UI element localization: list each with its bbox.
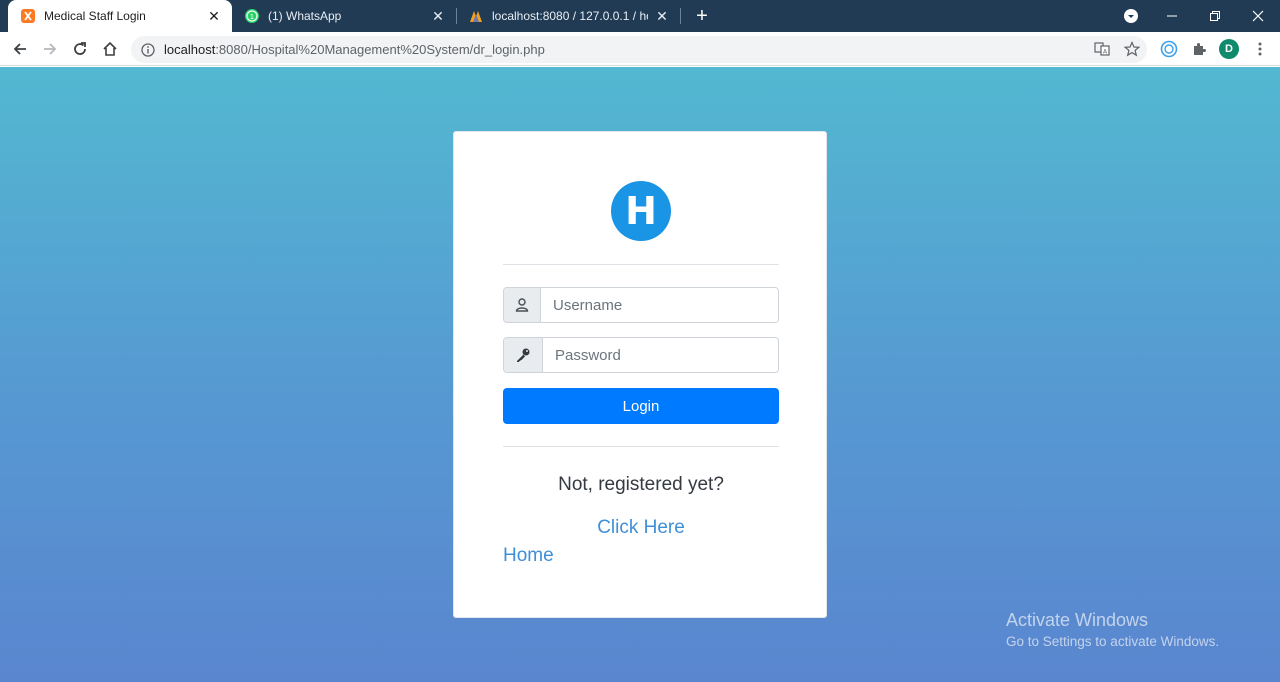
- divider: [503, 264, 779, 265]
- address-url: localhost:8080/Hospital%20Management%20S…: [164, 42, 545, 57]
- login-button[interactable]: Login: [503, 388, 779, 424]
- extensions-puzzle-icon[interactable]: [1189, 39, 1209, 59]
- watermark-subtitle: Go to Settings to activate Windows.: [1006, 634, 1220, 649]
- tab-separator: [680, 8, 681, 24]
- address-bar[interactable]: localhost:8080/Hospital%20Management%20S…: [131, 36, 1147, 63]
- tab-title: Medical Staff Login: [44, 9, 146, 23]
- watermark-title: Activate Windows: [1006, 610, 1149, 630]
- login-card: H Login Not, registered yet? Click Here …: [453, 131, 827, 618]
- url-host: localhost: [164, 42, 216, 57]
- whatsapp-icon: 1: [244, 8, 260, 24]
- tab-whatsapp[interactable]: 1 (1) WhatsApp ✕: [232, 0, 456, 32]
- profile-avatar[interactable]: D: [1219, 39, 1239, 59]
- tab-close-icon[interactable]: ✕: [430, 8, 446, 24]
- activate-windows-watermark: Activate Windows Go to Settings to activ…: [1006, 610, 1219, 649]
- user-icon: [504, 288, 541, 322]
- minimize-icon[interactable]: [1150, 0, 1194, 32]
- extension-circle-icon[interactable]: [1159, 39, 1179, 59]
- tab-phpmyadmin[interactable]: localhost:8080 / 127.0.0.1 / hospi ✕: [456, 0, 680, 32]
- home-link[interactable]: Home: [503, 545, 554, 567]
- username-group: [503, 287, 779, 323]
- tab-strip: Medical Staff Login ✕ 1 (1) WhatsApp ✕ l…: [0, 0, 1280, 32]
- tab-close-icon[interactable]: ✕: [654, 8, 670, 24]
- password-input[interactable]: [543, 338, 778, 372]
- menu-kebab-icon[interactable]: [1250, 39, 1270, 59]
- site-info-icon[interactable]: [141, 42, 155, 57]
- hospital-logo-icon: H: [611, 181, 671, 241]
- home-icon[interactable]: [98, 37, 122, 61]
- tab-title: (1) WhatsApp: [268, 9, 342, 23]
- register-link[interactable]: Click Here: [454, 517, 828, 539]
- back-arrow-icon[interactable]: [8, 37, 32, 61]
- svg-text:1: 1: [250, 13, 254, 21]
- username-input[interactable]: [541, 288, 778, 322]
- key-icon: [504, 338, 543, 372]
- phpmyadmin-icon: [468, 8, 484, 24]
- close-window-icon[interactable]: [1236, 0, 1280, 32]
- tab-close-icon[interactable]: ✕: [206, 8, 222, 24]
- url-path: :8080/Hospital%20Management%20System/dr_…: [215, 42, 545, 57]
- translate-icon[interactable]: A: [1092, 39, 1112, 59]
- tab-title: localhost:8080 / 127.0.0.1 / hospi: [492, 9, 648, 23]
- new-tab-button[interactable]: +: [690, 4, 714, 28]
- password-group: [503, 337, 779, 373]
- tab-search-icon[interactable]: [1109, 0, 1153, 32]
- not-registered-text: Not, registered yet?: [558, 474, 724, 495]
- restore-icon[interactable]: [1193, 0, 1237, 32]
- reload-icon[interactable]: [68, 37, 92, 61]
- divider: [503, 446, 779, 447]
- browser-toolbar: localhost:8080/Hospital%20Management%20S…: [0, 32, 1280, 66]
- xampp-icon: [20, 8, 36, 24]
- bookmark-star-icon[interactable]: [1122, 39, 1142, 59]
- tab-medical-staff-login[interactable]: Medical Staff Login ✕: [8, 0, 232, 32]
- page-viewport: H Login Not, registered yet? Click Here …: [0, 67, 1280, 682]
- forward-arrow-icon[interactable]: [38, 37, 62, 61]
